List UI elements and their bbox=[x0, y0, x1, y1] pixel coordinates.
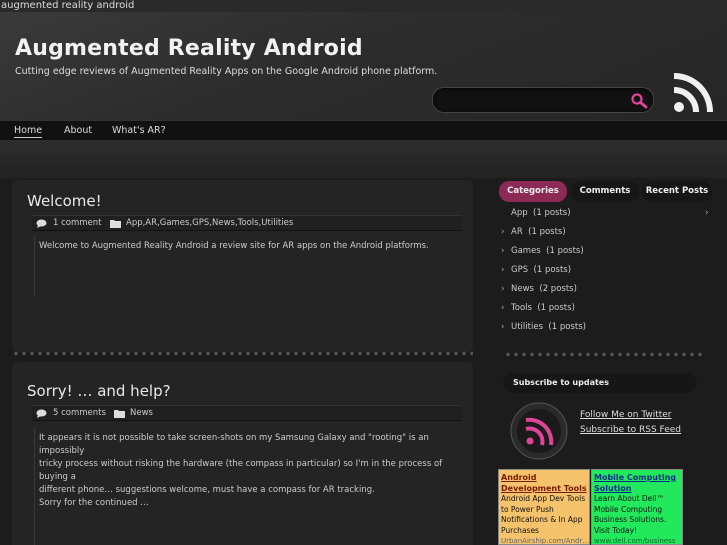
post-title[interactable]: Sorry! … and help? bbox=[27, 382, 171, 400]
chevron-right-icon: › bbox=[705, 208, 709, 218]
chevron-right-icon: › bbox=[501, 265, 505, 275]
ad-title[interactable]: Android Development Tools bbox=[501, 472, 587, 494]
post-meta: 5 comments News bbox=[32, 405, 462, 421]
post-categories[interactable]: App,AR,Games,GPS,News,Tools,Utilities bbox=[126, 218, 293, 228]
ad-title[interactable]: Mobile Computing Solution bbox=[594, 472, 680, 494]
search-box bbox=[432, 87, 654, 113]
folder-icon bbox=[110, 220, 121, 228]
rss-feed-icon[interactable] bbox=[670, 68, 718, 116]
category-label[interactable]: App (1 posts) bbox=[511, 208, 571, 218]
post-divider bbox=[12, 351, 473, 356]
search-icon[interactable] bbox=[629, 92, 649, 110]
tab-categories[interactable]: Categories bbox=[499, 181, 567, 202]
comment-icon bbox=[36, 409, 47, 418]
ad-mobile-computing[interactable]: Mobile Computing Solution Learn About De… bbox=[591, 469, 683, 545]
category-label[interactable]: Games (1 posts) bbox=[511, 246, 584, 256]
follow-twitter-link[interactable]: Follow Me on Twitter bbox=[580, 410, 672, 420]
chevron-right-icon: › bbox=[501, 246, 505, 256]
tab-comments[interactable]: Comments bbox=[571, 181, 639, 202]
main-navigation: Home About What's AR? bbox=[0, 120, 727, 140]
category-label[interactable]: News (2 posts) bbox=[511, 284, 577, 294]
ad-url[interactable]: www.dell.com/business bbox=[594, 536, 680, 544]
header-strip bbox=[0, 140, 727, 178]
category-label[interactable]: GPS (1 posts) bbox=[511, 265, 571, 275]
site-title[interactable]: Augmented Reality Android bbox=[15, 36, 363, 61]
nav-home[interactable]: Home bbox=[14, 125, 43, 138]
post-paragraph: Sorry for the continued … bbox=[39, 498, 149, 508]
post-body: Welcome to Augmented Reality Android a r… bbox=[34, 236, 462, 296]
nav-whats-ar[interactable]: What's AR? bbox=[112, 125, 166, 136]
post-categories[interactable]: News bbox=[130, 408, 153, 418]
ad-url[interactable]: UrbanAirship.com/Andr… bbox=[501, 536, 589, 544]
tab-recent-posts[interactable]: Recent Posts bbox=[642, 181, 712, 202]
subscribe-rss-link[interactable]: Subscribe to RSS Feed bbox=[580, 425, 681, 435]
post-paragraph: Welcome to Augmented Reality Android a r… bbox=[39, 241, 429, 251]
post-paragraph: tricky process without risking the hardw… bbox=[39, 459, 443, 482]
chevron-right-icon: › bbox=[501, 284, 505, 294]
nav-about[interactable]: About bbox=[64, 125, 92, 136]
ad-body: Android App Dev Tools to Power Push Noti… bbox=[501, 494, 586, 535]
subscribe-heading: Subscribe to updates bbox=[503, 373, 697, 393]
post-paragraph: It appears it is not possible to take sc… bbox=[39, 433, 429, 456]
post-welcome: Welcome! 1 comment App,AR,Games,GPS,News… bbox=[12, 180, 473, 352]
post-comments-link[interactable]: 1 comment bbox=[53, 218, 102, 228]
rss-feed-icon[interactable] bbox=[510, 402, 568, 460]
ad-android-dev-tools[interactable]: Android Development Tools Android App De… bbox=[498, 469, 590, 545]
post-title[interactable]: Welcome! bbox=[27, 192, 102, 210]
folder-icon bbox=[114, 410, 125, 418]
post-comments-link[interactable]: 5 comments bbox=[53, 408, 106, 418]
sidebar-divider bbox=[504, 352, 704, 357]
search-input[interactable] bbox=[443, 92, 623, 109]
chevron-right-icon: › bbox=[501, 227, 505, 237]
category-label[interactable]: AR (1 posts) bbox=[511, 227, 566, 237]
post-sorry: Sorry! … and help? 5 comments News It ap… bbox=[12, 362, 473, 545]
browser-title-bar: augmented reality android bbox=[0, 0, 727, 12]
comment-icon bbox=[36, 219, 47, 228]
post-meta: 1 comment App,AR,Games,GPS,News,Tools,Ut… bbox=[32, 215, 462, 231]
chevron-right-icon: › bbox=[501, 303, 505, 313]
post-body: It appears it is not possible to take sc… bbox=[34, 428, 462, 545]
chevron-right-icon: › bbox=[501, 322, 505, 332]
category-label[interactable]: Tools (1 posts) bbox=[511, 303, 575, 313]
site-description: Cutting edge reviews of Augmented Realit… bbox=[15, 66, 438, 77]
post-paragraph: different phone… suggestions welcome, mu… bbox=[39, 485, 375, 495]
site-header: Augmented Reality Android Cutting edge r… bbox=[0, 12, 727, 120]
category-label[interactable]: Utilities (1 posts) bbox=[511, 322, 586, 332]
ad-body: Learn About Dell™ Mobile Computing Busin… bbox=[594, 494, 667, 535]
